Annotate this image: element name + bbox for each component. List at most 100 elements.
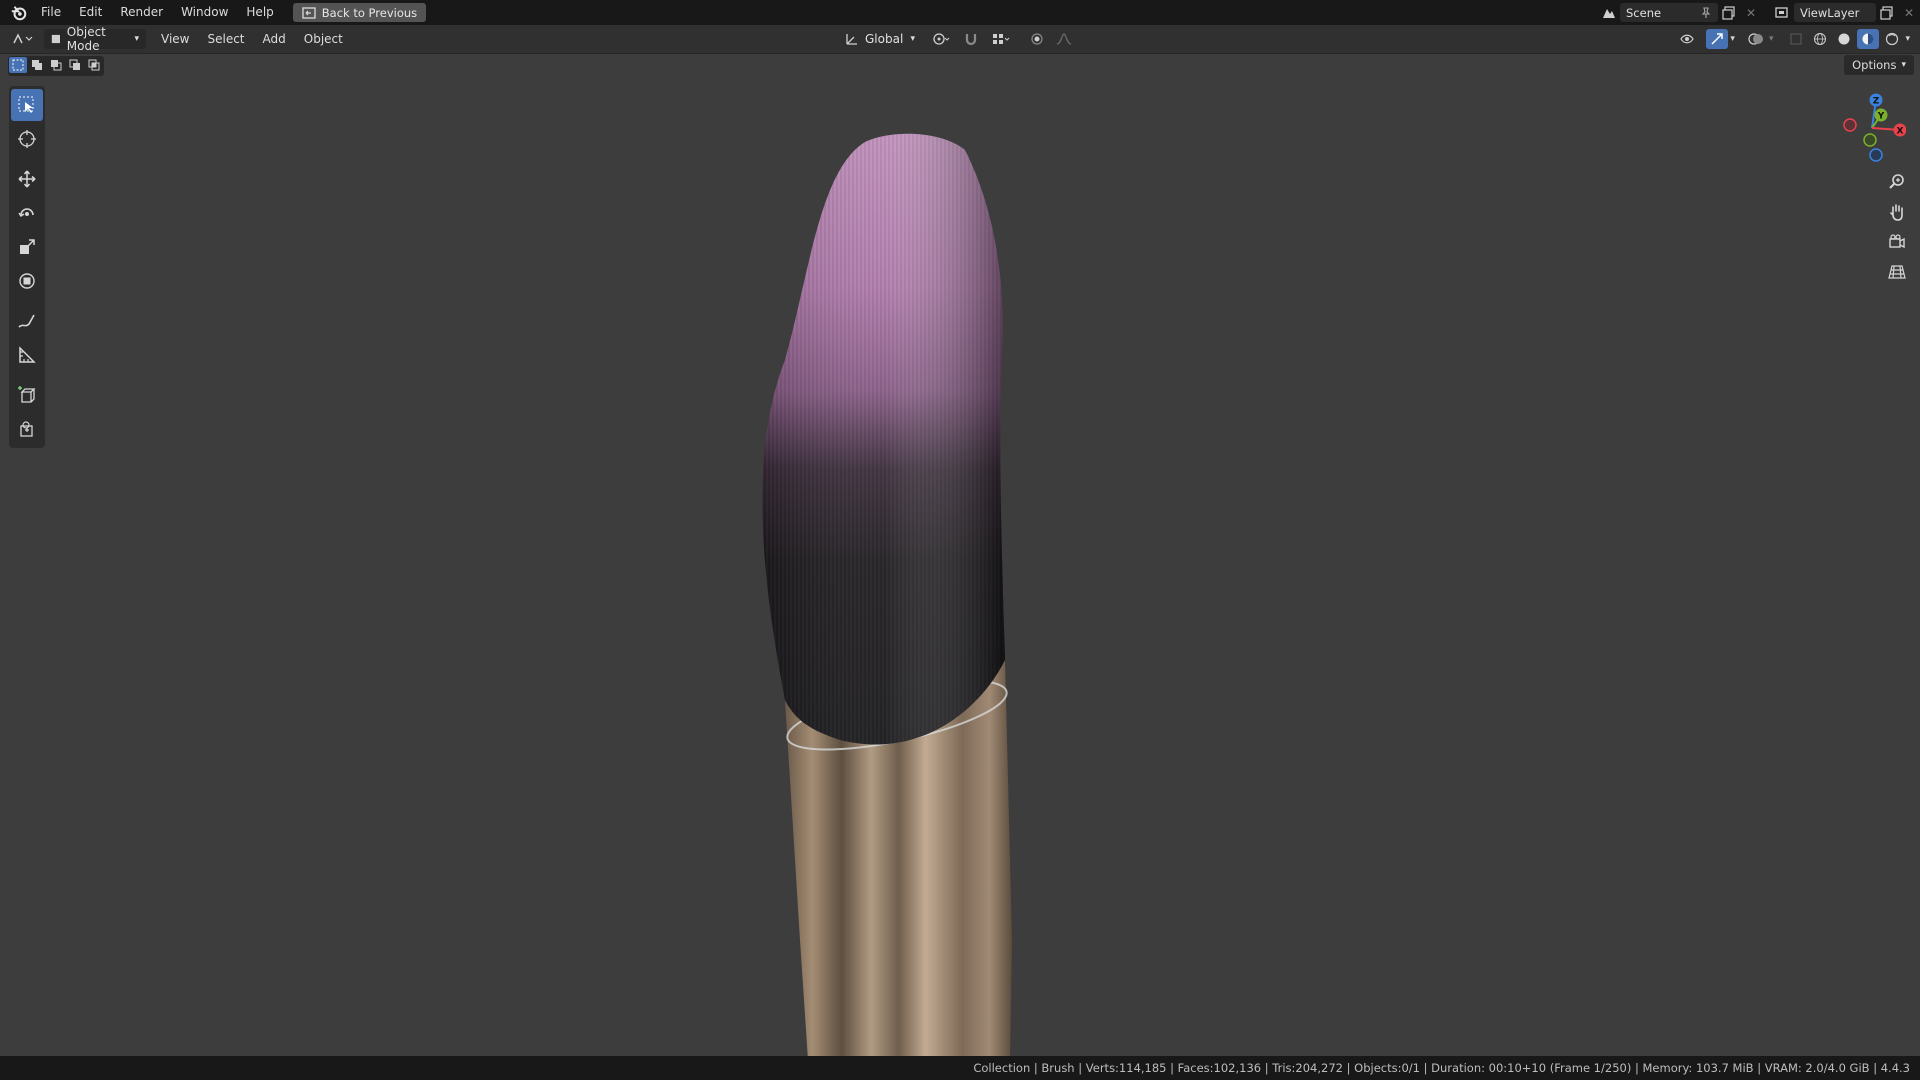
- view-layer-icon: [1775, 6, 1788, 18]
- magnet-icon: [965, 34, 977, 46]
- menu-render[interactable]: Render: [111, 0, 172, 25]
- back-to-previous-button[interactable]: Back to Previous: [292, 3, 427, 22]
- delete-view-layer-button[interactable]: ✕: [1898, 3, 1920, 23]
- navigation-gizmo[interactable]: Z Y X: [1836, 86, 1906, 166]
- menu-help[interactable]: Help: [237, 0, 282, 25]
- menu-window[interactable]: Window: [172, 0, 237, 25]
- scene-name-field[interactable]: Scene: [1620, 3, 1718, 22]
- shading-rendered-button[interactable]: [1881, 29, 1903, 49]
- xray-icon: [1790, 33, 1803, 45]
- tool-measure[interactable]: [11, 339, 43, 371]
- falloff-button[interactable]: [1052, 29, 1080, 49]
- rendered-sphere-icon: [1886, 32, 1899, 46]
- select-extend-button[interactable]: [28, 57, 46, 73]
- view-layer-field[interactable]: ViewLayer: [1794, 3, 1876, 22]
- shading-solid-button[interactable]: [1833, 29, 1855, 49]
- scene-selector-button[interactable]: [1598, 3, 1620, 23]
- options-dropdown[interactable]: Options ▾: [1844, 55, 1914, 75]
- chevron-down-icon[interactable]: ▾: [1730, 34, 1735, 44]
- new-scene-button[interactable]: [1718, 3, 1740, 23]
- pin-icon[interactable]: [1700, 6, 1712, 19]
- tool-scale[interactable]: [11, 231, 43, 263]
- transform-orientation-dropdown[interactable]: Global ▾: [838, 29, 922, 49]
- camera-view-button[interactable]: [1884, 230, 1910, 254]
- select-box-icon: [18, 96, 34, 113]
- pivot-point-button[interactable]: [926, 29, 956, 49]
- menu-view[interactable]: View: [152, 32, 198, 46]
- orientation-icon: [846, 34, 857, 45]
- select-new-icon: [12, 59, 24, 71]
- viewport-navigation-buttons: [1884, 170, 1910, 284]
- blender-logo-icon[interactable]: [10, 4, 28, 22]
- xray-toggle-button[interactable]: [1785, 29, 1807, 49]
- screen-back-icon: [302, 6, 316, 19]
- gizmo-toggle-button[interactable]: [1706, 29, 1729, 49]
- pan-button[interactable]: [1884, 200, 1910, 224]
- shading-wireframe-button[interactable]: [1809, 29, 1831, 49]
- select-difference-icon: [69, 59, 80, 70]
- tool-add-cube[interactable]: [11, 379, 43, 411]
- shading-material-button[interactable]: [1857, 29, 1880, 49]
- menu-select[interactable]: Select: [198, 32, 253, 46]
- menu-object[interactable]: Object: [295, 32, 352, 46]
- gizmo-neg-y[interactable]: [1863, 133, 1877, 147]
- editor-type-icon: [13, 33, 33, 44]
- tool-move[interactable]: [11, 163, 43, 195]
- select-intersect-button[interactable]: [85, 57, 103, 73]
- tool-cursor[interactable]: [11, 123, 43, 155]
- perspective-toggle-button[interactable]: [1884, 260, 1910, 284]
- proportional-editing-button[interactable]: [1026, 29, 1048, 49]
- measure-ruler-icon: [19, 346, 36, 363]
- overlays-toggle-button[interactable]: [1745, 29, 1767, 49]
- mode-dropdown[interactable]: Object Mode ▾: [44, 25, 146, 53]
- menu-file[interactable]: File: [32, 0, 70, 25]
- snap-grid-icon: [993, 34, 1010, 44]
- visibility-button[interactable]: [1674, 29, 1704, 49]
- paint-brush-model[interactable]: [740, 120, 1040, 1060]
- gizmo-y-label: Y: [1877, 112, 1885, 122]
- tool-rotate[interactable]: [11, 197, 43, 229]
- zoom-button[interactable]: [1884, 170, 1910, 194]
- top-menu-bar: File Edit Render Window Help Back to Pre…: [0, 0, 1920, 25]
- orientation-label: Global: [865, 32, 904, 46]
- scene-statistics: Collection | Brush | Verts:114,185 | Fac…: [973, 1061, 1910, 1075]
- tool-select-box[interactable]: [11, 89, 43, 121]
- proportional-icon: [1031, 33, 1043, 45]
- status-bar: Collection | Brush | Verts:114,185 | Fac…: [0, 1056, 1920, 1080]
- snap-target-button[interactable]: [986, 29, 1016, 49]
- menu-edit[interactable]: Edit: [70, 0, 111, 25]
- eye-icon: [1680, 34, 1695, 44]
- select-new-button[interactable]: [9, 57, 27, 73]
- viewport-header: Object Mode ▾ View Select Add Object Glo…: [0, 25, 1920, 54]
- scene-icon: [1603, 8, 1615, 18]
- close-icon: ✕: [1903, 5, 1915, 20]
- scale-icon: [20, 239, 35, 254]
- select-subtract-button[interactable]: [47, 57, 65, 73]
- duplicate-icon: [1722, 5, 1735, 20]
- editor-type-button[interactable]: [8, 29, 38, 49]
- new-view-layer-button[interactable]: [1876, 3, 1898, 23]
- mode-label: Object Mode: [66, 25, 106, 53]
- chevron-down-icon[interactable]: ▾: [1905, 34, 1910, 44]
- delete-scene-button[interactable]: ✕: [1740, 3, 1762, 23]
- gizmo-icon: [1711, 33, 1724, 45]
- tool-annotate[interactable]: [11, 305, 43, 337]
- tool-add-object[interactable]: [11, 413, 43, 445]
- gizmo-neg-z[interactable]: [1869, 148, 1883, 162]
- chevron-down-icon[interactable]: ▾: [1769, 34, 1774, 44]
- menu-add[interactable]: Add: [254, 32, 295, 46]
- snap-toggle-button[interactable]: [960, 29, 982, 49]
- select-intersect-icon: [88, 59, 100, 71]
- select-difference-button[interactable]: [66, 57, 84, 73]
- pivot-icon: [933, 33, 950, 45]
- tool-transform[interactable]: [11, 265, 43, 297]
- view-layer-selector-button[interactable]: [1772, 3, 1794, 23]
- gizmo-neg-x[interactable]: [1843, 118, 1857, 132]
- falloff-curve-icon: [1056, 33, 1072, 45]
- gizmo-x-label: X: [1897, 127, 1904, 137]
- select-extend-icon: [32, 60, 42, 70]
- object-mode-icon: [51, 34, 60, 44]
- chevron-down-icon: ▾: [1901, 60, 1906, 70]
- rotate-icon: [18, 208, 34, 218]
- view-layer-name: ViewLayer: [1800, 5, 1860, 20]
